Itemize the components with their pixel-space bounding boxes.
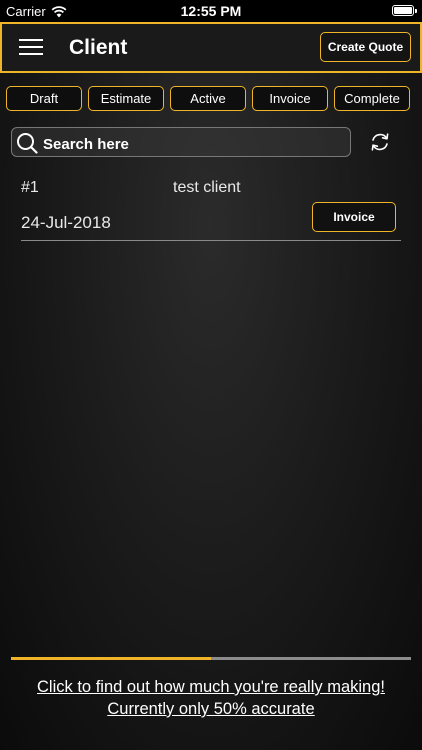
client-name: test client xyxy=(173,179,241,196)
status-filter-tabs: Draft Estimate Active Invoice Complete xyxy=(6,86,412,112)
accuracy-info-link[interactable]: Click to find out how much you're really… xyxy=(0,676,422,720)
search-input[interactable] xyxy=(41,132,345,156)
accuracy-progress-fill xyxy=(11,657,211,660)
invoice-button[interactable]: Invoice xyxy=(312,202,396,232)
page-title: Client xyxy=(69,36,128,59)
accuracy-link-line2: Currently only 50% accurate xyxy=(107,700,315,718)
clock: 12:55 PM xyxy=(180,3,242,19)
client-date: 24-Jul-2018 xyxy=(21,213,111,232)
navigation-bar: Client Create Quote xyxy=(0,22,422,73)
tab-invoice[interactable]: Invoice xyxy=(252,86,328,111)
search-bar xyxy=(11,127,351,157)
status-bar: Carrier 12:55 PM xyxy=(0,0,422,22)
tab-draft[interactable]: Draft xyxy=(6,86,82,111)
hamburger-menu-icon[interactable] xyxy=(19,39,45,57)
tab-active[interactable]: Active xyxy=(170,86,246,111)
client-list-item[interactable]: #1 test client 24-Jul-2018 Invoice xyxy=(21,172,401,241)
search-icon xyxy=(17,133,38,154)
refresh-icon[interactable] xyxy=(369,131,391,153)
battery-icon xyxy=(392,5,417,16)
create-quote-button[interactable]: Create Quote xyxy=(320,32,411,62)
tab-complete[interactable]: Complete xyxy=(334,86,410,111)
accuracy-link-line1: Click to find out how much you're really… xyxy=(37,678,385,696)
tab-estimate[interactable]: Estimate xyxy=(88,86,164,111)
accuracy-progress-bar xyxy=(11,657,411,660)
client-number: #1 xyxy=(21,179,39,196)
